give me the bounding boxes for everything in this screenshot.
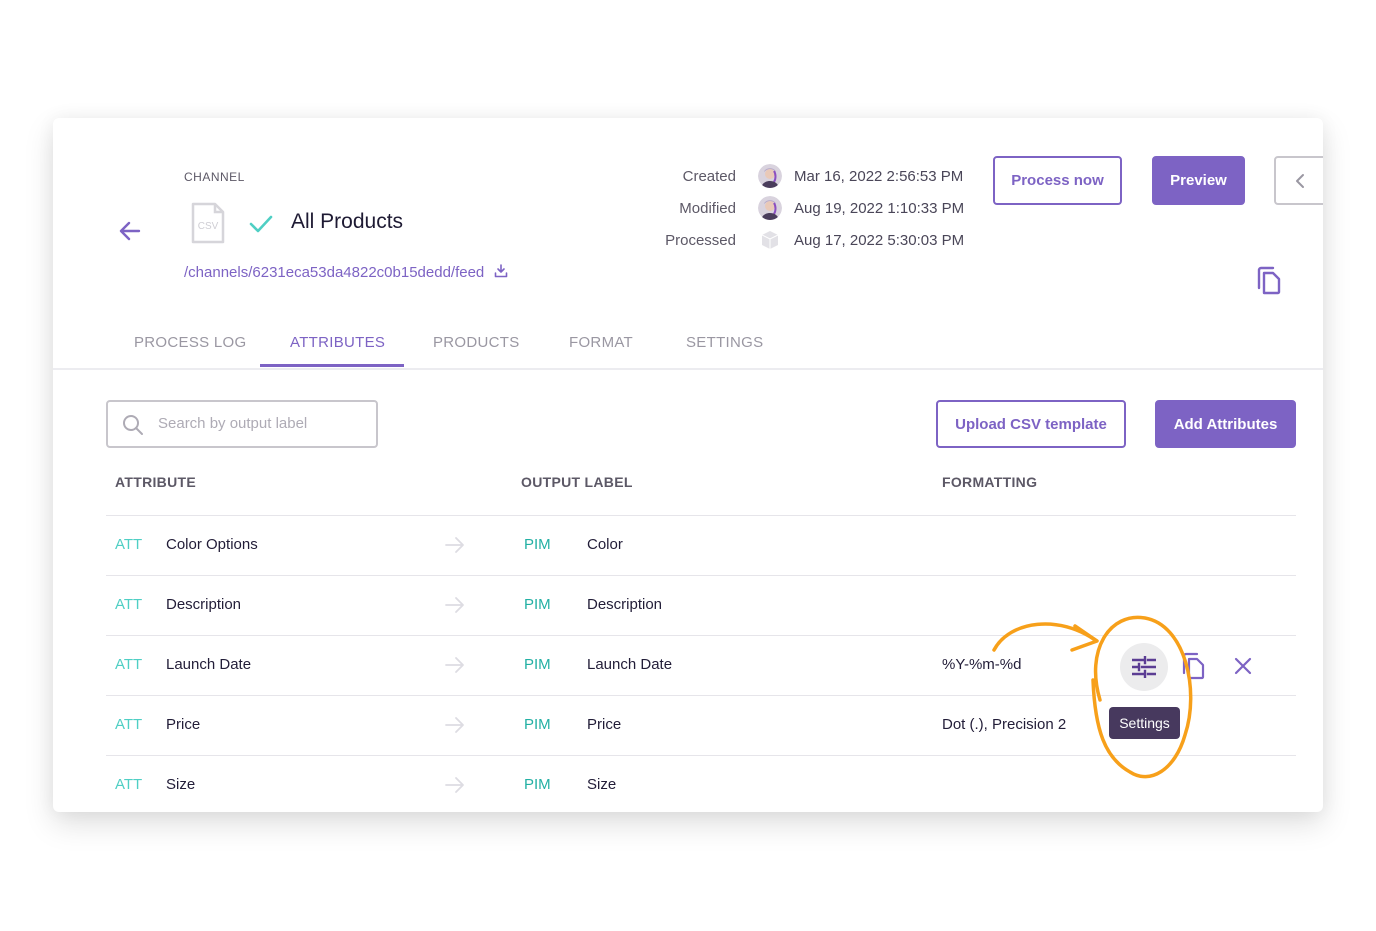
- download-icon[interactable]: [494, 264, 508, 278]
- meta-label: Modified: [679, 199, 736, 217]
- target-tag: PIM: [524, 536, 551, 553]
- active-tab-indicator: [260, 364, 404, 367]
- table-row[interactable]: ATT Launch Date PIM Launch Date %Y-%m-%d: [106, 635, 1296, 696]
- back-arrow-icon[interactable]: [117, 218, 143, 244]
- success-check-icon: [249, 215, 273, 233]
- arrow-right-icon: [445, 717, 464, 733]
- arrow-right-icon: [445, 597, 464, 613]
- feed-link-text[interactable]: /channels/6231eca53da4822c0b15dedd/feed: [184, 264, 484, 281]
- source-tag: ATT: [115, 776, 143, 793]
- user-avatar: [758, 164, 782, 188]
- section-label: CHANNEL: [184, 170, 245, 184]
- channel-title: All Products: [291, 210, 404, 233]
- svg-text:CSV: CSV: [198, 221, 219, 232]
- target-tag: PIM: [524, 656, 551, 673]
- search-icon: [123, 415, 143, 435]
- column-header-attribute: ATTRIBUTE: [115, 474, 196, 490]
- tab-process-log[interactable]: PROCESS LOG: [134, 334, 247, 351]
- meta-row-processed: Processed Aug 17, 2022 5:30:03 PM: [613, 224, 964, 256]
- output-label: Size: [587, 776, 617, 793]
- table-row[interactable]: ATT Description PIM Description: [106, 575, 1296, 636]
- channel-card: CHANNEL CSV All Products /channels/6231e…: [53, 118, 1323, 812]
- remove-row-icon[interactable]: [1233, 656, 1253, 676]
- search-input[interactable]: [156, 414, 370, 433]
- meta-value: Aug 19, 2022 1:10:33 PM: [794, 199, 965, 217]
- output-label: Color: [587, 536, 623, 553]
- meta-value: Aug 17, 2022 5:30:03 PM: [794, 231, 965, 249]
- column-header-formatting: FORMATTING: [942, 474, 1038, 490]
- output-label: Price: [587, 716, 622, 733]
- settings-tooltip: Settings: [1109, 707, 1180, 739]
- tab-products[interactable]: PRODUCTS: [433, 334, 520, 351]
- meta-label: Created: [682, 167, 736, 185]
- user-avatar: [758, 196, 782, 220]
- output-label: Launch Date: [587, 656, 673, 673]
- table-row[interactable]: ATT Size PIM Size: [106, 755, 1296, 812]
- output-label: Description: [587, 596, 663, 613]
- source-tag: ATT: [115, 596, 143, 613]
- tab-settings[interactable]: SETTINGS: [686, 334, 763, 351]
- target-tag: PIM: [524, 776, 551, 793]
- meta-value: Mar 16, 2022 2:56:53 PM: [794, 167, 964, 185]
- source-tag: ATT: [115, 536, 143, 553]
- meta-row-modified: Modified Aug 19, 2022 1:10:33 PM: [613, 192, 964, 224]
- meta-label: Processed: [665, 231, 736, 249]
- formatting-value: %Y-%m-%d: [942, 656, 1022, 673]
- attribute-name: Description: [166, 596, 242, 613]
- process-now-button[interactable]: Process now: [993, 156, 1122, 205]
- attribute-name: Price: [166, 716, 201, 733]
- column-header-output-label: OUTPUT LABEL: [521, 474, 633, 490]
- search-box[interactable]: [106, 400, 378, 448]
- attribute-name: Color Options: [166, 536, 258, 553]
- target-tag: PIM: [524, 716, 551, 733]
- preview-button[interactable]: Preview: [1152, 156, 1245, 205]
- tab-bar: PROCESS LOG ATTRIBUTES PRODUCTS FORMAT S…: [53, 328, 1323, 370]
- arrow-right-icon: [445, 657, 464, 673]
- tab-attributes[interactable]: ATTRIBUTES: [290, 334, 385, 351]
- tab-format[interactable]: FORMAT: [569, 334, 633, 351]
- csv-file-icon: CSV: [191, 202, 225, 244]
- row-settings-button[interactable]: [1120, 643, 1168, 691]
- chevron-left-icon: [1296, 173, 1304, 188]
- attribute-name: Size: [166, 776, 196, 793]
- row-copy-icon[interactable]: [1181, 652, 1205, 680]
- meta-row-created: Created Mar 16, 2022 2:56:53 PM: [613, 160, 964, 192]
- feed-link[interactable]: /channels/6231eca53da4822c0b15dedd/feed: [184, 264, 508, 281]
- sliders-icon: [1132, 656, 1156, 678]
- cube-icon: [761, 231, 779, 249]
- copy-icon[interactable]: [1256, 266, 1282, 296]
- collapse-panel-button[interactable]: [1274, 156, 1323, 205]
- target-tag: PIM: [524, 596, 551, 613]
- formatting-value: Dot (.), Precision 2: [942, 716, 1067, 733]
- arrow-right-icon: [445, 537, 464, 553]
- table-row[interactable]: ATT Color Options PIM Color: [106, 515, 1296, 576]
- arrow-right-icon: [445, 777, 464, 793]
- source-tag: ATT: [115, 656, 143, 673]
- upload-csv-template-button[interactable]: Upload CSV template: [936, 400, 1126, 448]
- source-tag: ATT: [115, 716, 143, 733]
- meta-info: Created Mar 16, 2022 2:56:53 PM Modified…: [613, 160, 964, 256]
- add-attributes-button[interactable]: Add Attributes: [1155, 400, 1296, 448]
- attribute-name: Launch Date: [166, 656, 252, 673]
